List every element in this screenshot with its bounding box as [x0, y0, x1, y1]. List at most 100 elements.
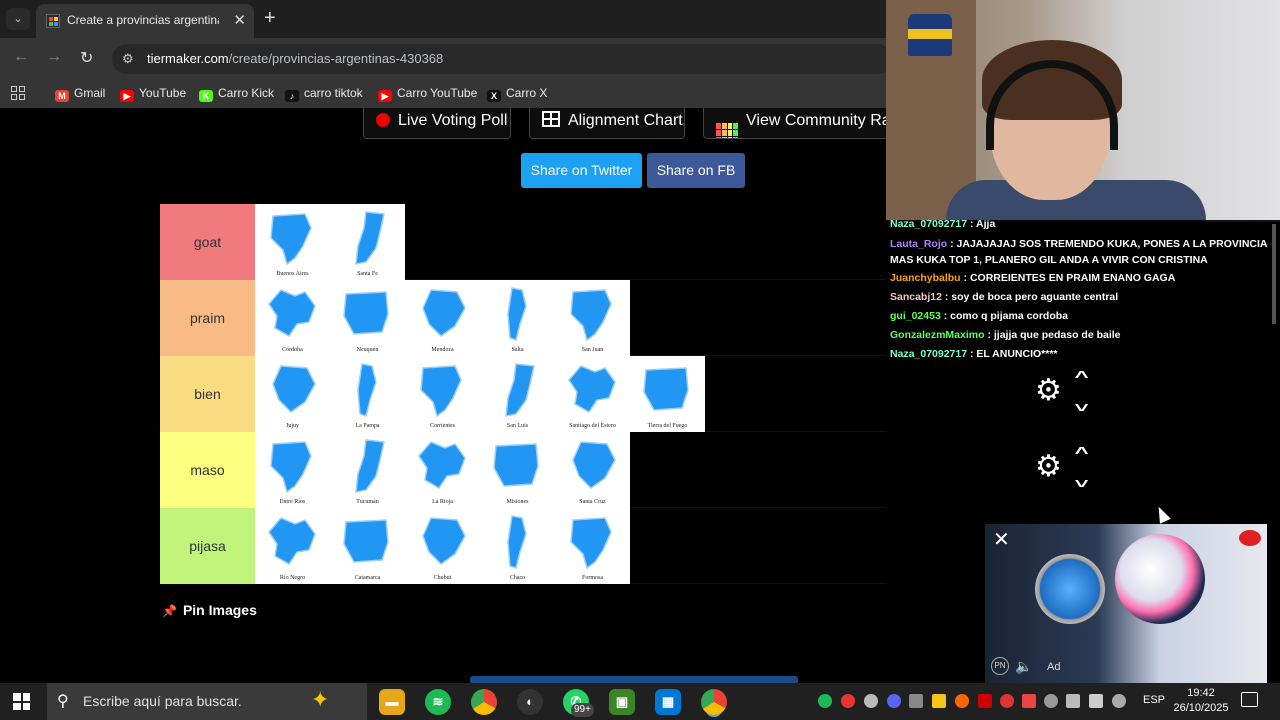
- province-card[interactable]: Corrientes: [405, 356, 480, 432]
- tray-app-icon[interactable]: [909, 694, 923, 708]
- chatgpt-tray-icon[interactable]: [864, 694, 878, 708]
- bookmark-carro-kick[interactable]: K Carro Kick: [199, 86, 274, 102]
- reload-icon[interactable]: ↻: [80, 48, 93, 68]
- site-info-icon[interactable]: ⚙: [122, 51, 134, 67]
- chat-username[interactable]: Naza_07092717: [890, 220, 967, 230]
- discord-tray-icon[interactable]: [887, 694, 901, 708]
- province-card[interactable]: Chaco: [480, 508, 555, 584]
- address-bar[interactable]: ⚙ tiermaker.com/create/provincias-argent…: [112, 44, 892, 74]
- chevron-up-icon[interactable]: ^: [1075, 445, 1089, 463]
- close-tab-icon[interactable]: ✕: [233, 11, 246, 29]
- pin-images-toggle[interactable]: 📌 Pin Images: [162, 602, 257, 618]
- tier-label[interactable]: pijasa: [160, 508, 255, 584]
- province-card[interactable]: San Juan: [555, 280, 630, 356]
- tier-label[interactable]: maso: [160, 432, 255, 508]
- apps-grid-icon[interactable]: [11, 86, 25, 100]
- tier-label[interactable]: bien: [160, 356, 255, 432]
- chrome-icon[interactable]: [471, 689, 497, 715]
- bookmark-icon: X: [487, 90, 501, 102]
- tier-list: goat Buenos Aires Santa Fe praim Córdoba Neuq…: [160, 204, 886, 584]
- province-card[interactable]: Neuquén: [330, 280, 405, 356]
- mute-icon[interactable]: 🔈: [1015, 658, 1032, 675]
- province-card[interactable]: La Pampa: [330, 356, 405, 432]
- province-card[interactable]: Salta: [480, 280, 555, 356]
- tier-label[interactable]: goat: [160, 204, 255, 280]
- chat-username[interactable]: Juanchybalbu: [890, 272, 961, 284]
- province-card[interactable]: Río Negro: [255, 508, 330, 584]
- notification-icon[interactable]: [1241, 692, 1258, 707]
- province-card[interactable]: Tierra del Fuego: [630, 356, 705, 432]
- province-card[interactable]: Santa Cruz: [555, 432, 630, 508]
- share-facebook-button[interactable]: Share on FB: [647, 153, 745, 188]
- obs-icon[interactable]: ◐: [517, 689, 543, 715]
- spotify-tray-icon[interactable]: [818, 694, 832, 708]
- close-ad-icon[interactable]: ✕: [993, 527, 1010, 552]
- province-card[interactable]: Mendoza: [405, 280, 480, 356]
- video-ad[interactable]: ✕ PN 🔈 Ad: [985, 524, 1267, 683]
- input-language[interactable]: ESP: [1143, 694, 1165, 706]
- tiermaker-favicon-icon: [46, 14, 60, 28]
- bookmark-carro-x[interactable]: X Carro X: [487, 86, 547, 102]
- settings-gear-icon[interactable]: ⚙: [1035, 373, 1062, 408]
- network-icon[interactable]: [1066, 694, 1080, 708]
- chat-username[interactable]: Lauta_Rojo: [890, 238, 947, 250]
- province-card[interactable]: Entre Ríos: [255, 432, 330, 508]
- province-card[interactable]: La Rioja: [405, 432, 480, 508]
- volume-icon[interactable]: [1089, 694, 1103, 708]
- province-card[interactable]: Córdoba: [255, 280, 330, 356]
- province-card[interactable]: Jujuy: [255, 356, 330, 432]
- browser-tab[interactable]: Create a provincias argentinas T ✕: [36, 4, 254, 38]
- settings-gear-icon[interactable]: ⚙: [1035, 449, 1062, 484]
- bookmark-youtube[interactable]: ▶ YouTube: [120, 86, 186, 102]
- tray-app-icon[interactable]: [1022, 694, 1036, 708]
- chat-username[interactable]: Naza_07092717: [890, 348, 967, 360]
- windows-start-icon[interactable]: [13, 693, 30, 710]
- tier-row: maso Entre Ríos Tucumán La Rioja Misiones San…: [160, 432, 886, 508]
- bookmarks-bar: M Gmail ▶ YouTube K Carro Kick ♪ carro tiktok ▶ C…: [0, 80, 886, 108]
- file-explorer-icon[interactable]: ▬: [379, 689, 405, 715]
- chat-username[interactable]: gui_02453: [890, 310, 941, 322]
- back-icon[interactable]: ←: [13, 48, 29, 66]
- province-map-icon: [643, 367, 689, 411]
- bottom-action-bar[interactable]: [470, 676, 798, 683]
- view-community-rank-button[interactable]: View Community Ran: [703, 108, 886, 139]
- bookmark-carro-youtube[interactable]: ▶ Carro YouTube: [378, 86, 477, 102]
- live-voting-poll-button[interactable]: Live Voting Poll: [363, 108, 511, 139]
- province-card[interactable]: Tucumán: [330, 432, 405, 508]
- taskbar-search[interactable]: ⚲ Escribe aquí para buscar. ✦: [47, 683, 367, 720]
- chevron-up-icon[interactable]: ^: [1075, 369, 1089, 387]
- chevron-down-icon[interactable]: ^: [1075, 395, 1089, 413]
- pen-icon[interactable]: [1112, 694, 1126, 708]
- bookmark-carro-tiktok[interactable]: ♪ carro tiktok: [285, 86, 363, 102]
- province-card[interactable]: Formosa: [555, 508, 630, 584]
- bookmark-gmail[interactable]: M Gmail: [55, 86, 105, 102]
- alignment-chart-button[interactable]: Alignment Chart: [529, 108, 685, 139]
- province-card[interactable]: Catamarca: [330, 508, 405, 584]
- province-card[interactable]: Santa Fe: [330, 204, 405, 280]
- chrome-profile-icon[interactable]: [701, 689, 727, 715]
- chat-username[interactable]: Sancabj12: [890, 291, 942, 303]
- province-card[interactable]: Misiones: [480, 432, 555, 508]
- forward-icon[interactable]: →: [46, 48, 62, 66]
- tray-app-icon[interactable]: [1000, 694, 1014, 708]
- province-card[interactable]: Buenos Aires: [255, 204, 330, 280]
- tray-shield-icon[interactable]: [932, 694, 946, 708]
- spotify-icon[interactable]: ≋: [425, 689, 451, 715]
- province-card[interactable]: Santiago del Estero: [555, 356, 630, 432]
- tray-app-icon[interactable]: [978, 694, 992, 708]
- tray-app-icon[interactable]: [1044, 694, 1058, 708]
- url-text[interactable]: tiermaker.com/create/provincias-argentin…: [147, 51, 443, 66]
- chevron-down-icon[interactable]: ^: [1075, 471, 1089, 489]
- province-card[interactable]: San Luis: [480, 356, 555, 432]
- tab-search-button[interactable]: ⌄: [6, 8, 30, 30]
- tray-app-icon[interactable]: [955, 694, 969, 708]
- microsoft-store-icon[interactable]: ▦: [655, 689, 681, 715]
- share-twitter-button[interactable]: Share on Twitter: [521, 153, 642, 188]
- province-card[interactable]: Chubut: [405, 508, 480, 584]
- tier-label[interactable]: praim: [160, 280, 255, 356]
- minecraft-icon[interactable]: ▣: [609, 689, 635, 715]
- tray-app-icon[interactable]: [841, 694, 855, 708]
- new-tab-icon[interactable]: +: [264, 7, 276, 30]
- system-clock[interactable]: 19:42 26/10/2025: [1172, 686, 1230, 716]
- chat-username[interactable]: GonzalezmMaximo: [890, 329, 985, 341]
